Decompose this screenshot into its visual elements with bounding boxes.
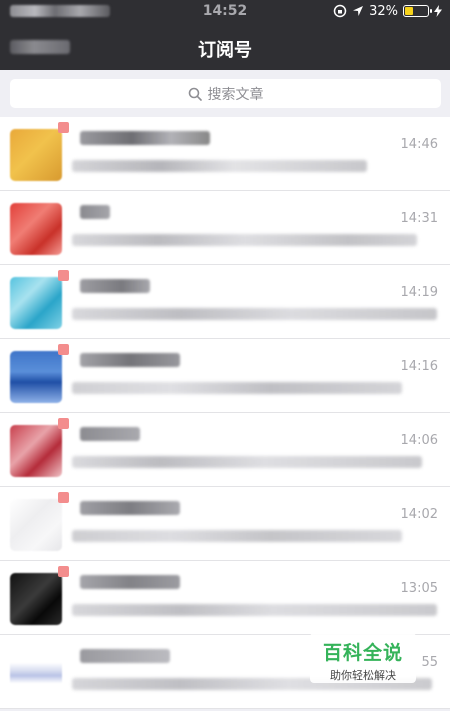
item-title-blurred xyxy=(80,427,140,441)
avatar xyxy=(10,129,62,181)
avatar xyxy=(10,277,62,329)
unread-badge xyxy=(58,566,69,577)
watermark-main: 百科全说 xyxy=(322,642,403,664)
item-title-blurred xyxy=(80,131,210,145)
unread-badge xyxy=(58,492,69,503)
item-time: 14:19 xyxy=(400,285,438,300)
avatar xyxy=(10,647,62,699)
status-right: 32% xyxy=(333,3,442,19)
list-item[interactable]: 14:19 xyxy=(0,265,450,339)
item-summary-blurred xyxy=(72,308,437,320)
page-title: 订阅号 xyxy=(198,40,252,61)
list-item[interactable]: 14:06 xyxy=(0,413,450,487)
list-item[interactable]: 13:05 xyxy=(0,561,450,635)
item-time: 14:02 xyxy=(400,507,438,522)
search-icon xyxy=(188,87,202,101)
unread-badge xyxy=(58,418,69,429)
unread-badge xyxy=(58,122,69,133)
battery-fill xyxy=(405,7,413,15)
item-time: 14:46 xyxy=(400,137,438,152)
list-item[interactable]: 14:16 xyxy=(0,339,450,413)
item-summary-blurred xyxy=(72,234,417,246)
item-title-blurred xyxy=(80,575,180,589)
item-title-blurred xyxy=(80,205,110,219)
list-item[interactable]: 14:31 xyxy=(0,191,450,265)
top-bar: 14:52 32% 订阅号 xyxy=(0,0,450,70)
rotation-lock-icon xyxy=(333,4,347,18)
item-title-blurred xyxy=(80,279,150,293)
avatar xyxy=(10,573,62,625)
item-summary-blurred xyxy=(72,530,402,542)
item-summary-blurred xyxy=(72,604,437,616)
item-time: 14:16 xyxy=(400,359,438,374)
search-placeholder: 搜索文章 xyxy=(207,86,264,103)
battery-percent: 32% xyxy=(369,3,398,19)
charging-icon xyxy=(434,5,442,17)
search-area: 搜索文章 xyxy=(0,70,450,116)
item-time: 14:31 xyxy=(400,211,438,226)
item-time: 55 xyxy=(421,655,438,670)
avatar xyxy=(10,499,62,551)
item-summary-blurred xyxy=(72,160,367,172)
item-title-blurred xyxy=(80,501,180,515)
item-time: 13:05 xyxy=(400,581,438,596)
watermark: 百科全说 助你轻松解决 xyxy=(310,633,416,683)
battery-icon xyxy=(403,5,432,17)
avatar xyxy=(10,425,62,477)
status-bar: 14:52 32% xyxy=(0,0,450,22)
list-item[interactable]: 14:02 xyxy=(0,487,450,561)
navigation-bar: 订阅号 xyxy=(0,22,450,70)
unread-badge xyxy=(58,344,69,355)
item-title-blurred xyxy=(80,353,180,367)
item-title-blurred xyxy=(80,649,170,663)
watermark-sub: 助你轻松解决 xyxy=(330,669,396,682)
avatar xyxy=(10,203,62,255)
item-time: 14:06 xyxy=(400,433,438,448)
subscription-list: 14:46 14:31 14:19 14:16 14:06 14:02 13:0… xyxy=(0,117,450,709)
search-input[interactable]: 搜索文章 xyxy=(10,79,441,108)
avatar xyxy=(10,351,62,403)
unread-badge xyxy=(58,270,69,281)
location-icon xyxy=(353,6,364,16)
item-summary-blurred xyxy=(72,456,422,468)
list-item[interactable]: 14:46 xyxy=(0,117,450,191)
item-summary-blurred xyxy=(72,382,402,394)
